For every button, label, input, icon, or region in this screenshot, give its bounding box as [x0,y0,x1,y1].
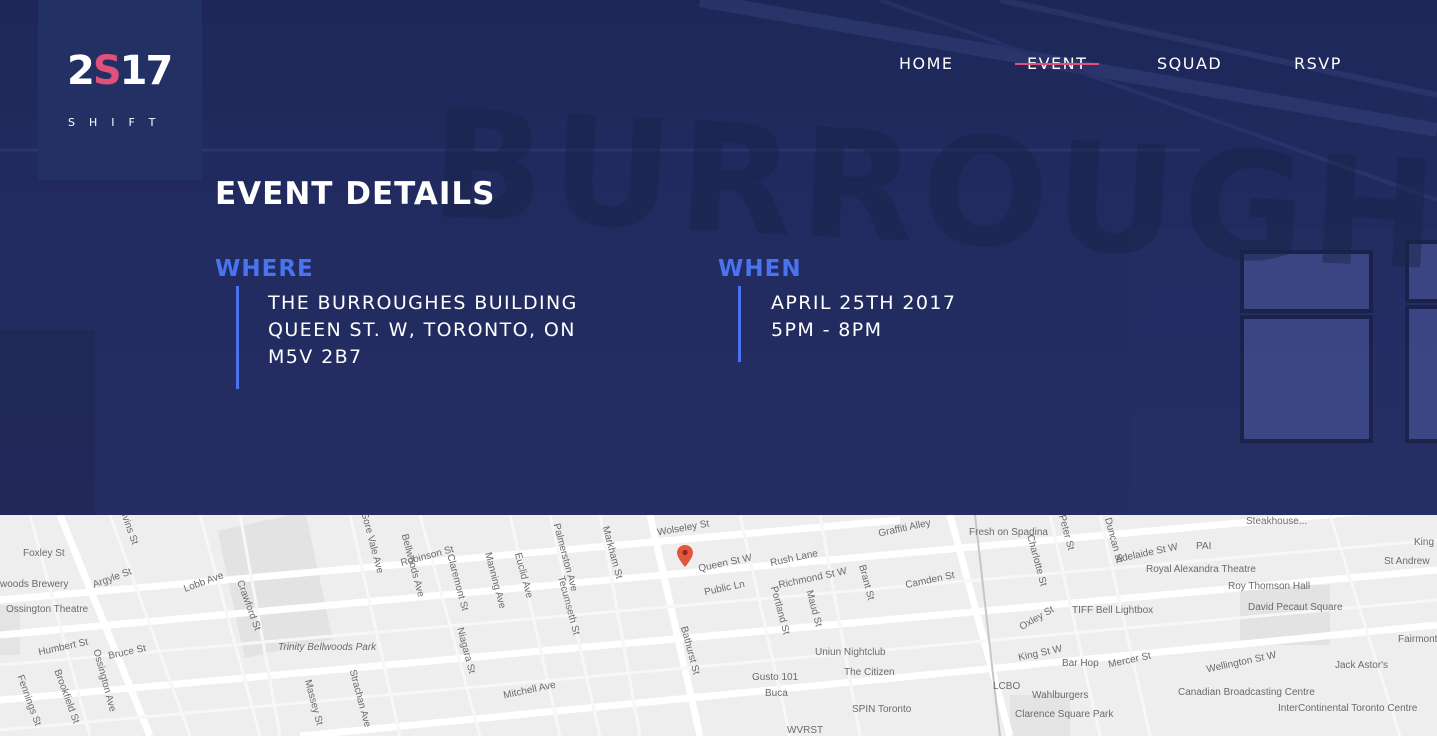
map-label: WVRST [787,725,824,736]
map-label: King [1414,537,1435,548]
when-line: 5PM - 8PM [771,319,883,341]
when-heading: WHEN [718,256,802,282]
when-accent-bar [738,286,741,362]
when-line: APRIL 25TH 2017 [771,292,957,314]
map-label: Fairmont [1398,634,1437,645]
nav-event[interactable]: EVENT [1015,54,1100,73]
map-label: Trinity Bellwoods Park [278,642,377,653]
map-label: LCBO [993,681,1021,692]
main-nav: HOME EVENT SQUAD RSVP [0,54,1437,78]
map-label: Ossington Theatre [6,604,89,615]
map-label: Uniun Nightclub [815,647,886,658]
active-indicator [1015,63,1100,65]
location-pin-icon[interactable] [677,545,693,567]
map-label: Roy Thomson Hall [1228,581,1311,592]
hero-section: BURROUGHES 2S17 SHIFT HOME EVENT SQUAD R… [0,0,1437,515]
map-label: Buca [765,688,788,699]
map-roads [0,515,1437,736]
map-label: TIFF Bell Lightbox [1072,605,1154,616]
where-line: QUEEN ST. W, TORONTO, ON [268,319,576,341]
map-label: PAI [1196,541,1212,552]
page-title: EVENT DETAILS [215,176,496,212]
map-label: Jack Astor's [1335,660,1389,671]
where-line: THE BURROUGHES BUILDING [268,292,578,314]
map-label: InterContinental Toronto Centre [1278,703,1418,714]
map-label: The Citizen [844,667,895,678]
map-label: Wahlburgers [1032,690,1089,701]
window-pane [1240,315,1373,443]
map-label: Bar Hop [1062,658,1099,669]
logo[interactable]: 2S17 SHIFT [38,0,202,180]
nav-squad[interactable]: SQUAD [1157,54,1222,73]
map-label: Canadian Broadcasting Centre [1178,687,1315,698]
nav-home[interactable]: HOME [899,54,954,73]
where-accent-bar [236,286,239,389]
map-label: Gusto 101 [752,672,799,683]
nav-rsvp[interactable]: RSVP [1294,54,1342,73]
map-label: SPIN Toronto [852,704,912,715]
where-heading: WHERE [215,256,314,282]
map-label: woods Brewery [0,579,69,590]
logo-subtitle: SHIFT [68,116,170,129]
map-label: Steakhouse... [1246,516,1308,527]
event-map[interactable]: Foxley St Argyle St Givins St Lobb Ave C… [0,515,1437,736]
map-label: Foxley St [23,548,65,559]
map-label: David Pecaut Square [1248,602,1343,613]
map-label: St Andrew [1384,556,1430,567]
map-label: Clarence Square Park [1015,709,1114,720]
where-line: M5V 2B7 [268,346,363,368]
map-label: Fresh on Spadina [969,527,1048,538]
map-label: Royal Alexandra Theatre [1146,564,1256,575]
window-pane [1405,305,1437,443]
